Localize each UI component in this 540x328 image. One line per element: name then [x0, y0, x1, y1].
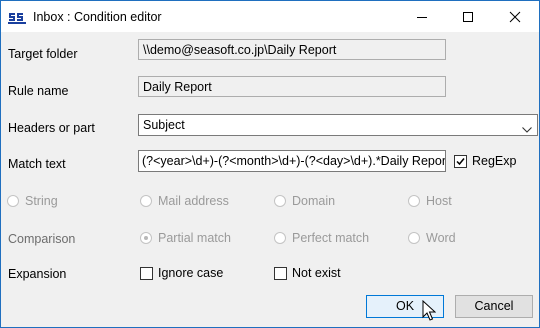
radio-perfect-match-label: Perfect match: [292, 231, 370, 245]
headers-select[interactable]: Subject: [138, 114, 538, 136]
radio-mail-address[interactable]: Mail address: [140, 194, 229, 208]
ignore-case-box: [140, 266, 153, 280]
radio-circle: [274, 232, 286, 244]
radio-partial-match-label: Partial match: [158, 231, 231, 245]
match-text-input[interactable]: (?<year>\d+)-(?<month>\d+)-(?<day>\d+).*…: [138, 150, 446, 172]
radio-word[interactable]: Word: [408, 231, 456, 245]
close-button[interactable]: [492, 1, 538, 32]
radio-host-label: Host: [426, 194, 452, 208]
target-folder-label: Target folder: [8, 47, 78, 61]
chevron-down-icon: [522, 122, 532, 136]
radio-partial-match[interactable]: Partial match: [140, 231, 231, 245]
window-title: Inbox : Condition editor: [33, 10, 162, 24]
radio-word-label: Word: [426, 231, 456, 245]
headers-label: Headers or part: [8, 121, 95, 135]
app-logo-icon: [8, 10, 26, 24]
mouse-pointer-icon: [422, 299, 437, 325]
minimize-button[interactable]: [399, 1, 445, 32]
checkmark-icon: [456, 157, 465, 165]
match-text-value: (?<year>\d+)-(?<month>\d+)-(?<day>\d+).*…: [142, 154, 446, 168]
title-bar: Inbox : Condition editor: [1, 1, 539, 32]
target-folder-value: \\demo@seasoft.co.jp\Daily Report: [143, 43, 337, 57]
radio-perfect-match[interactable]: Perfect match: [274, 231, 369, 245]
condition-editor-dialog: Inbox : Condition editor Target folder \…: [0, 0, 540, 328]
radio-host[interactable]: Host: [408, 194, 452, 208]
radio-circle: [408, 232, 420, 244]
radio-selected-dot: [144, 236, 148, 240]
radio-circle: [274, 195, 286, 207]
regexp-checkbox[interactable]: RegExp: [454, 154, 516, 168]
cancel-button[interactable]: Cancel: [455, 295, 533, 318]
regexp-label: RegExp: [472, 154, 517, 168]
radio-string-label: String: [25, 194, 58, 208]
expansion-label: Expansion: [8, 267, 67, 281]
match-text-label: Match text: [8, 157, 66, 171]
radio-domain[interactable]: Domain: [274, 194, 335, 208]
not-exist-box: [274, 266, 287, 280]
headers-select-value: Subject: [143, 118, 185, 132]
ignore-case-label: Ignore case: [158, 266, 224, 280]
radio-circle: [140, 195, 152, 207]
radio-mail-address-label: Mail address: [158, 194, 229, 208]
maximize-button[interactable]: [445, 1, 491, 32]
radio-domain-label: Domain: [292, 194, 336, 208]
rule-name-label: Rule name: [8, 84, 69, 98]
radio-circle: [140, 232, 152, 244]
radio-string[interactable]: String: [7, 194, 58, 208]
ignore-case-checkbox[interactable]: Ignore case: [140, 266, 223, 280]
not-exist-checkbox[interactable]: Not exist: [274, 266, 341, 280]
rule-name-value: Daily Report: [143, 80, 212, 94]
radio-circle: [7, 195, 19, 207]
regexp-box: [454, 154, 467, 168]
rule-name-field: Daily Report: [138, 76, 446, 97]
comparison-label: Comparison: [8, 232, 76, 246]
radio-circle: [408, 195, 420, 207]
target-folder-field: \\demo@seasoft.co.jp\Daily Report: [138, 39, 446, 60]
not-exist-label: Not exist: [292, 266, 341, 280]
